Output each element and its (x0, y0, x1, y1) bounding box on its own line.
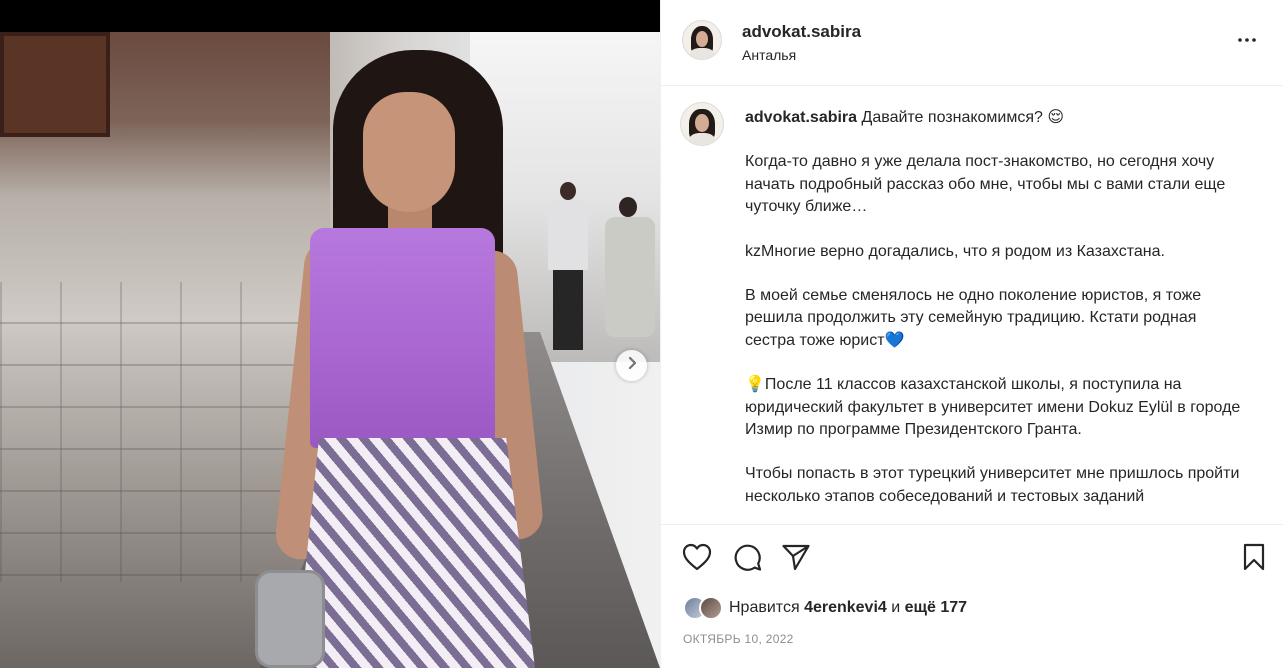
likes-prefix: Нравится (729, 599, 800, 616)
comments-section[interactable]: advokat.sabira Давайте познакомимся? 😌 К… (661, 87, 1283, 523)
caption-paragraph: В моей семье сменялось не одно поколение… (745, 287, 1202, 349)
likes-summary: Нравится 4erenkevi4 и ещё 177 (683, 594, 967, 622)
chevron-right-icon (625, 356, 639, 375)
caption-headline: Давайте познакомимся? 😌 (861, 109, 1065, 126)
caption-paragraph: 💡После 11 классов казахстанской школы, я… (745, 376, 1241, 439)
avatar[interactable] (682, 20, 722, 60)
caption-paragraph: kzМногие верно догадались, что я родом и… (745, 242, 1165, 260)
post-header: advokat.sabira Анталья (661, 0, 1283, 86)
bookmark-icon (1242, 543, 1266, 576)
post-date[interactable]: ОКТЯБРЬ 10, 2022 (683, 632, 794, 646)
caption-username[interactable]: advokat.sabira (745, 109, 857, 126)
likes-others-link[interactable]: ещё 177 (905, 599, 967, 616)
next-photo-button[interactable] (616, 350, 647, 381)
caption-avatar[interactable] (680, 102, 724, 146)
caption-paragraph: Чтобы попасть в этот турецкий университе… (745, 465, 1240, 505)
share-button[interactable] (780, 543, 812, 575)
heart-icon (682, 543, 712, 576)
liker-username[interactable]: 4erenkevi4 (804, 599, 887, 616)
send-icon (781, 543, 811, 576)
comment-icon (732, 542, 762, 577)
instagram-post-view: advokat.sabira Анталья advokat.sabira Да… (0, 0, 1283, 668)
likes-text: Нравится 4erenkevi4 и ещё 177 (729, 599, 967, 617)
post-media (0, 0, 660, 668)
action-bar (661, 524, 1283, 586)
like-button[interactable] (681, 543, 713, 575)
author-username[interactable]: advokat.sabira (742, 22, 861, 42)
photo-subject (255, 50, 585, 668)
likes-connector: и (891, 599, 901, 616)
post-photo[interactable] (0, 32, 660, 668)
save-button[interactable] (1238, 543, 1270, 575)
liker-avatar[interactable] (699, 596, 723, 620)
more-options-button[interactable] (1232, 30, 1262, 54)
more-horizontal-icon (1235, 28, 1259, 57)
post-caption: advokat.sabira Давайте познакомимся? 😌 К… (745, 107, 1250, 508)
post-location[interactable]: Анталья (742, 47, 796, 63)
comment-button[interactable] (731, 543, 763, 575)
post-sidebar: advokat.sabira Анталья advokat.sabira Да… (660, 0, 1283, 668)
caption-paragraph: Когда-то давно я уже делала пост-знакомс… (745, 153, 1226, 216)
